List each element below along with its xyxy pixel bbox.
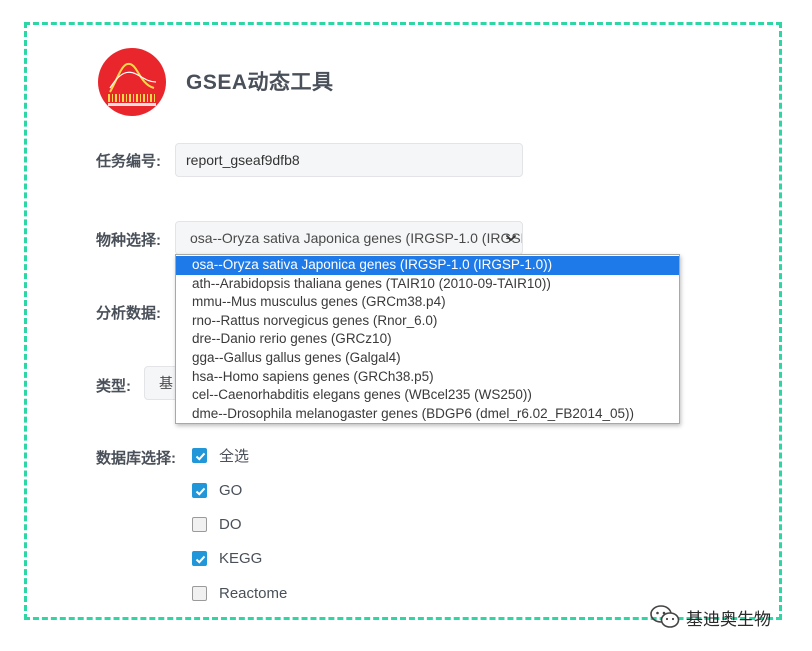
analysis-data-label: 分析数据:	[96, 305, 161, 322]
checkbox-unchecked[interactable]	[192, 585, 207, 601]
db-option-kegg[interactable]: KEGG	[192, 547, 262, 569]
watermark-text: 基迪奥生物	[686, 609, 771, 629]
db-option-reactome[interactable]: Reactome	[192, 582, 287, 604]
page-title: GSEA动态工具	[186, 71, 334, 94]
species-dropdown-list: osa--Oryza sativa Japonica genes (IRGSP-…	[175, 254, 680, 424]
species-option[interactable]: ath--Arabidopsis thaliana genes (TAIR10 …	[176, 275, 679, 294]
species-option[interactable]: mmu--Mus musculus genes (GRCm38.p4)	[176, 293, 679, 312]
species-option[interactable]: gga--Gallus gallus genes (Galgal4)	[176, 349, 679, 368]
checkbox-checked[interactable]	[192, 447, 207, 463]
db-option-label: KEGG	[219, 549, 263, 567]
checkbox-checked[interactable]	[192, 482, 207, 498]
checkbox-checked[interactable]	[192, 550, 207, 566]
db-option-label: Reactome	[219, 584, 288, 602]
species-option[interactable]: cel--Caenorhabditis elegans genes (WBcel…	[176, 386, 679, 405]
task-id-input[interactable]: report_gseaf9dfb8	[175, 143, 523, 177]
db-option-label: 全选	[219, 447, 250, 465]
db-option-do[interactable]: DO	[192, 513, 242, 535]
species-option[interactable]: osa--Oryza sativa Japonica genes (IRGSP-…	[176, 256, 679, 275]
db-option-select-all[interactable]: 全选	[192, 444, 249, 466]
species-label: 物种选择:	[96, 232, 161, 249]
type-label: 类型:	[96, 378, 131, 395]
database-label: 数据库选择:	[96, 450, 176, 467]
db-option-label: GO	[219, 481, 243, 499]
species-select[interactable]: osa--Oryza sativa Japonica genes (IRGSP-…	[175, 221, 523, 255]
species-option[interactable]: rno--Rattus norvegicus genes (Rnor_6.0)	[176, 312, 679, 331]
species-option[interactable]: dre--Danio rerio genes (GRCz10)	[176, 330, 679, 349]
watermark: 基迪奥生物	[650, 603, 771, 631]
chevron-down-icon[interactable]	[504, 231, 518, 245]
gsea-logo	[98, 48, 166, 116]
species-option[interactable]: dme--Drosophila melanogaster genes (BDGP…	[176, 405, 679, 424]
db-option-label: DO	[219, 515, 242, 533]
wechat-icon	[650, 605, 680, 628]
species-option[interactable]: hsa--Homo sapiens genes (GRCh38.p5)	[176, 368, 679, 387]
db-option-go[interactable]: GO	[192, 479, 242, 501]
checkbox-unchecked[interactable]	[192, 516, 207, 532]
task-id-label: 任务编号:	[96, 153, 161, 170]
